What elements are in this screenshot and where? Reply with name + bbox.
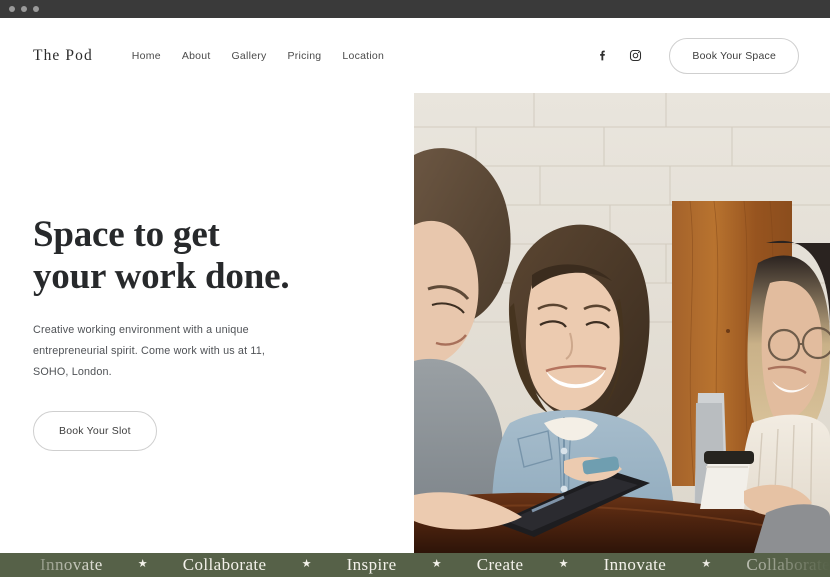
minimize-dot[interactable] (21, 6, 27, 12)
marquee-word: Inspire (346, 555, 397, 574)
hero-content: Space to get your work done. Creative wo… (33, 214, 363, 451)
star-icon: ★ (701, 557, 712, 570)
hero-paragraph: Creative working environment with a uniq… (33, 323, 266, 378)
headline-line-1: Space to get (33, 214, 220, 255)
marquee-word: Collaborate (182, 555, 267, 574)
marquee-word: Create (476, 555, 524, 574)
window-titlebar (0, 0, 830, 18)
headline-line-2: your work done. (33, 255, 290, 297)
nav-item-about[interactable]: About (182, 50, 211, 62)
close-dot[interactable] (9, 6, 15, 12)
landing-page: The Pod Home About Gallery Pricing Locat… (0, 18, 830, 577)
page-title: Space to get your work done. (33, 214, 363, 298)
instagram-icon[interactable] (627, 48, 643, 64)
star-icon: ★ (558, 557, 569, 570)
star-icon: ★ (301, 557, 312, 570)
nav-item-home[interactable]: Home (132, 50, 161, 62)
site-logo[interactable]: The Pod (33, 47, 93, 65)
primary-nav: Home About Gallery Pricing Location (132, 50, 384, 62)
maximize-dot[interactable] (33, 6, 39, 12)
book-your-slot-button[interactable]: Book Your Slot (33, 410, 157, 451)
hero-image (414, 93, 830, 553)
nav-item-pricing[interactable]: Pricing (288, 50, 322, 62)
facebook-icon[interactable] (594, 48, 610, 64)
star-icon: ★ (431, 557, 442, 570)
header-actions: Book Your Space (594, 37, 799, 74)
star-icon: ★ (137, 557, 148, 570)
marquee-word: Innovate (603, 555, 667, 574)
marquee-track: Innovate ★ Collaborate ★ Inspire ★ Creat… (0, 553, 830, 577)
nav-item-gallery[interactable]: Gallery (232, 50, 267, 62)
book-your-space-button[interactable]: Book Your Space (669, 37, 799, 74)
site-header: The Pod Home About Gallery Pricing Locat… (0, 18, 830, 93)
marquee-banner: Innovate ★ Collaborate ★ Inspire ★ Creat… (0, 553, 830, 577)
marquee-word: Innovate (40, 555, 103, 574)
marquee-word: Collaborate (746, 555, 830, 574)
nav-item-location[interactable]: Location (342, 50, 384, 62)
